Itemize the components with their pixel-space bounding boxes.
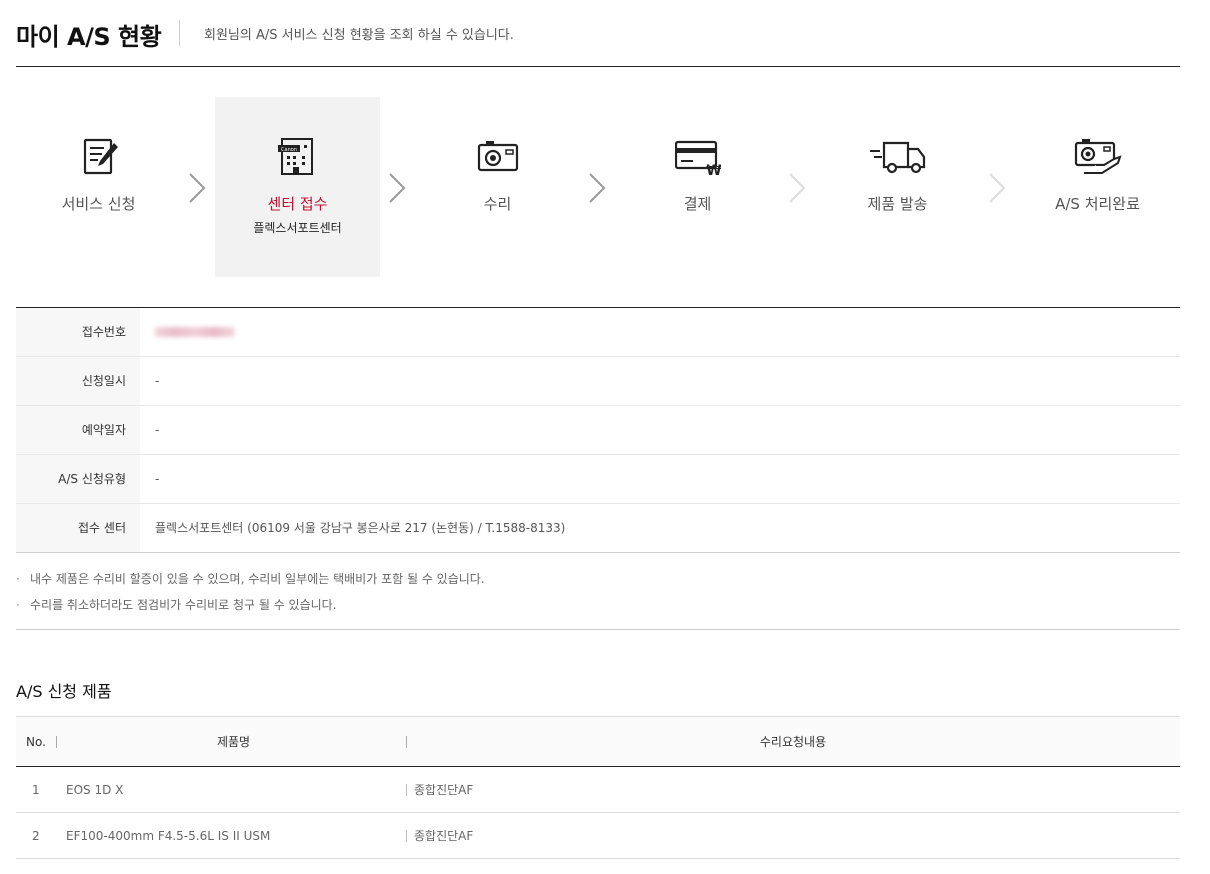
chevron-right-icon xyxy=(989,173,1006,203)
table-header: No. 제품명 수리요청내용 xyxy=(16,717,1180,767)
chevron-right-icon xyxy=(789,173,806,203)
header-no: No. xyxy=(26,734,46,749)
info-row-receipt-no: 접수번호 xyxy=(16,308,1180,357)
row-repair-request: 종합진단AF xyxy=(414,829,474,843)
receipt-number-value xyxy=(155,308,235,357)
step-service-apply: 서비스 신청 xyxy=(16,97,181,277)
info-label: A/S 신청유형 xyxy=(16,455,140,503)
as-progress-steps: 서비스 신청 Canon 센터 접수 플렉스서포트센터 수리 ₩ 결제 제품 발… xyxy=(16,97,1180,277)
row-product-name: EF100-400mm F4.5-5.6L IS II USM xyxy=(66,828,271,843)
step-product-shipping: 제품 발송 xyxy=(815,97,980,277)
notice-item: 내수 제품은 수리비 할증이 있을 수 있으며, 수리비 일부에는 택배비가 포… xyxy=(16,566,1180,592)
info-label: 접수 센터 xyxy=(16,504,140,552)
step-label: 센터 접수 xyxy=(267,195,328,213)
info-value: - xyxy=(155,472,160,486)
info-label: 예약일자 xyxy=(16,406,140,454)
chevron-right-icon xyxy=(589,173,606,203)
step-as-complete: A/S 처리완료 xyxy=(1015,97,1180,277)
chevron-right-icon xyxy=(389,173,406,203)
step-label: 결제 xyxy=(683,195,712,213)
row-divider xyxy=(406,784,407,796)
blurred-receipt-number xyxy=(155,327,235,337)
page-header: 마이 A/S 현황 회원님의 A/S 서비스 신청 현황을 조회 하실 수 있습… xyxy=(16,0,1180,67)
form-pen-icon xyxy=(83,138,118,175)
step-label: 제품 발송 xyxy=(867,195,928,213)
info-row-reserve-date: 예약일자 - xyxy=(16,406,1180,455)
page-title: 마이 A/S 현황 xyxy=(16,23,162,51)
info-label: 접수번호 xyxy=(16,308,140,356)
row-no: 1 xyxy=(32,782,40,797)
chevron-right-icon xyxy=(189,173,206,203)
header-product-name: 제품명 xyxy=(216,735,251,749)
row-repair-request: 종합진단AF xyxy=(414,783,474,797)
credit-card-won-icon: ₩ xyxy=(674,140,721,177)
product-table: No. 제품명 수리요청내용 1 EOS 1D X 종합진단AF 2 EF100… xyxy=(16,716,1180,859)
row-divider xyxy=(406,830,407,842)
camera-hand-icon xyxy=(1074,139,1122,174)
info-value: - xyxy=(155,374,160,388)
camera-icon xyxy=(477,141,518,172)
step-repair: 수리 xyxy=(415,97,580,277)
canon-building-icon: Canon xyxy=(277,138,313,175)
section-title: A/S 신청 제품 xyxy=(16,682,112,701)
as-info-table: 접수번호 신청일시 - 예약일자 - A/S 신청유형 - 접수 센터 플렉스서… xyxy=(16,307,1180,553)
notice-item: 수리를 취소하더라도 점검비가 수리비로 청구 될 수 있습니다. xyxy=(16,592,1180,618)
step-center-receipt: Canon 센터 접수 플렉스서포트센터 xyxy=(215,97,380,277)
page-description: 회원님의 A/S 서비스 신청 현황을 조회 하실 수 있습니다. xyxy=(204,28,514,43)
step-center-name: 플렉스서포트센터 xyxy=(253,221,342,235)
notice-list: 내수 제품은 수리비 할증이 있을 수 있으며, 수리비 일부에는 택배비가 포… xyxy=(16,566,1180,630)
info-label: 신청일시 xyxy=(16,357,140,405)
info-row-as-type: A/S 신청유형 - xyxy=(16,455,1180,504)
svg-text:Canon: Canon xyxy=(281,147,297,153)
delivery-truck-icon xyxy=(869,141,925,174)
center-value: 플렉스서포트센터 (06109 서울 강남구 봉은사로 217 (논현동) / … xyxy=(155,521,566,535)
header-divider xyxy=(56,736,57,748)
row-no: 2 xyxy=(32,828,40,843)
row-product-name: EOS 1D X xyxy=(66,782,124,797)
step-label: A/S 처리완료 xyxy=(1055,195,1140,213)
info-value: - xyxy=(155,423,160,437)
table-row: 2 EF100-400mm F4.5-5.6L IS II USM 종합진단AF xyxy=(16,813,1180,859)
step-payment: ₩ 결제 xyxy=(615,97,780,277)
info-row-center: 접수 센터 플렉스서포트센터 (06109 서울 강남구 봉은사로 217 (논… xyxy=(16,504,1180,553)
header-repair-request: 수리요청내용 xyxy=(759,735,827,749)
info-row-apply-date: 신청일시 - xyxy=(16,357,1180,406)
title-divider xyxy=(179,20,180,46)
step-label: 서비스 신청 xyxy=(61,195,136,213)
step-label: 수리 xyxy=(483,195,512,213)
table-row: 1 EOS 1D X 종합진단AF xyxy=(16,767,1180,813)
svg-text:₩: ₩ xyxy=(706,163,721,177)
